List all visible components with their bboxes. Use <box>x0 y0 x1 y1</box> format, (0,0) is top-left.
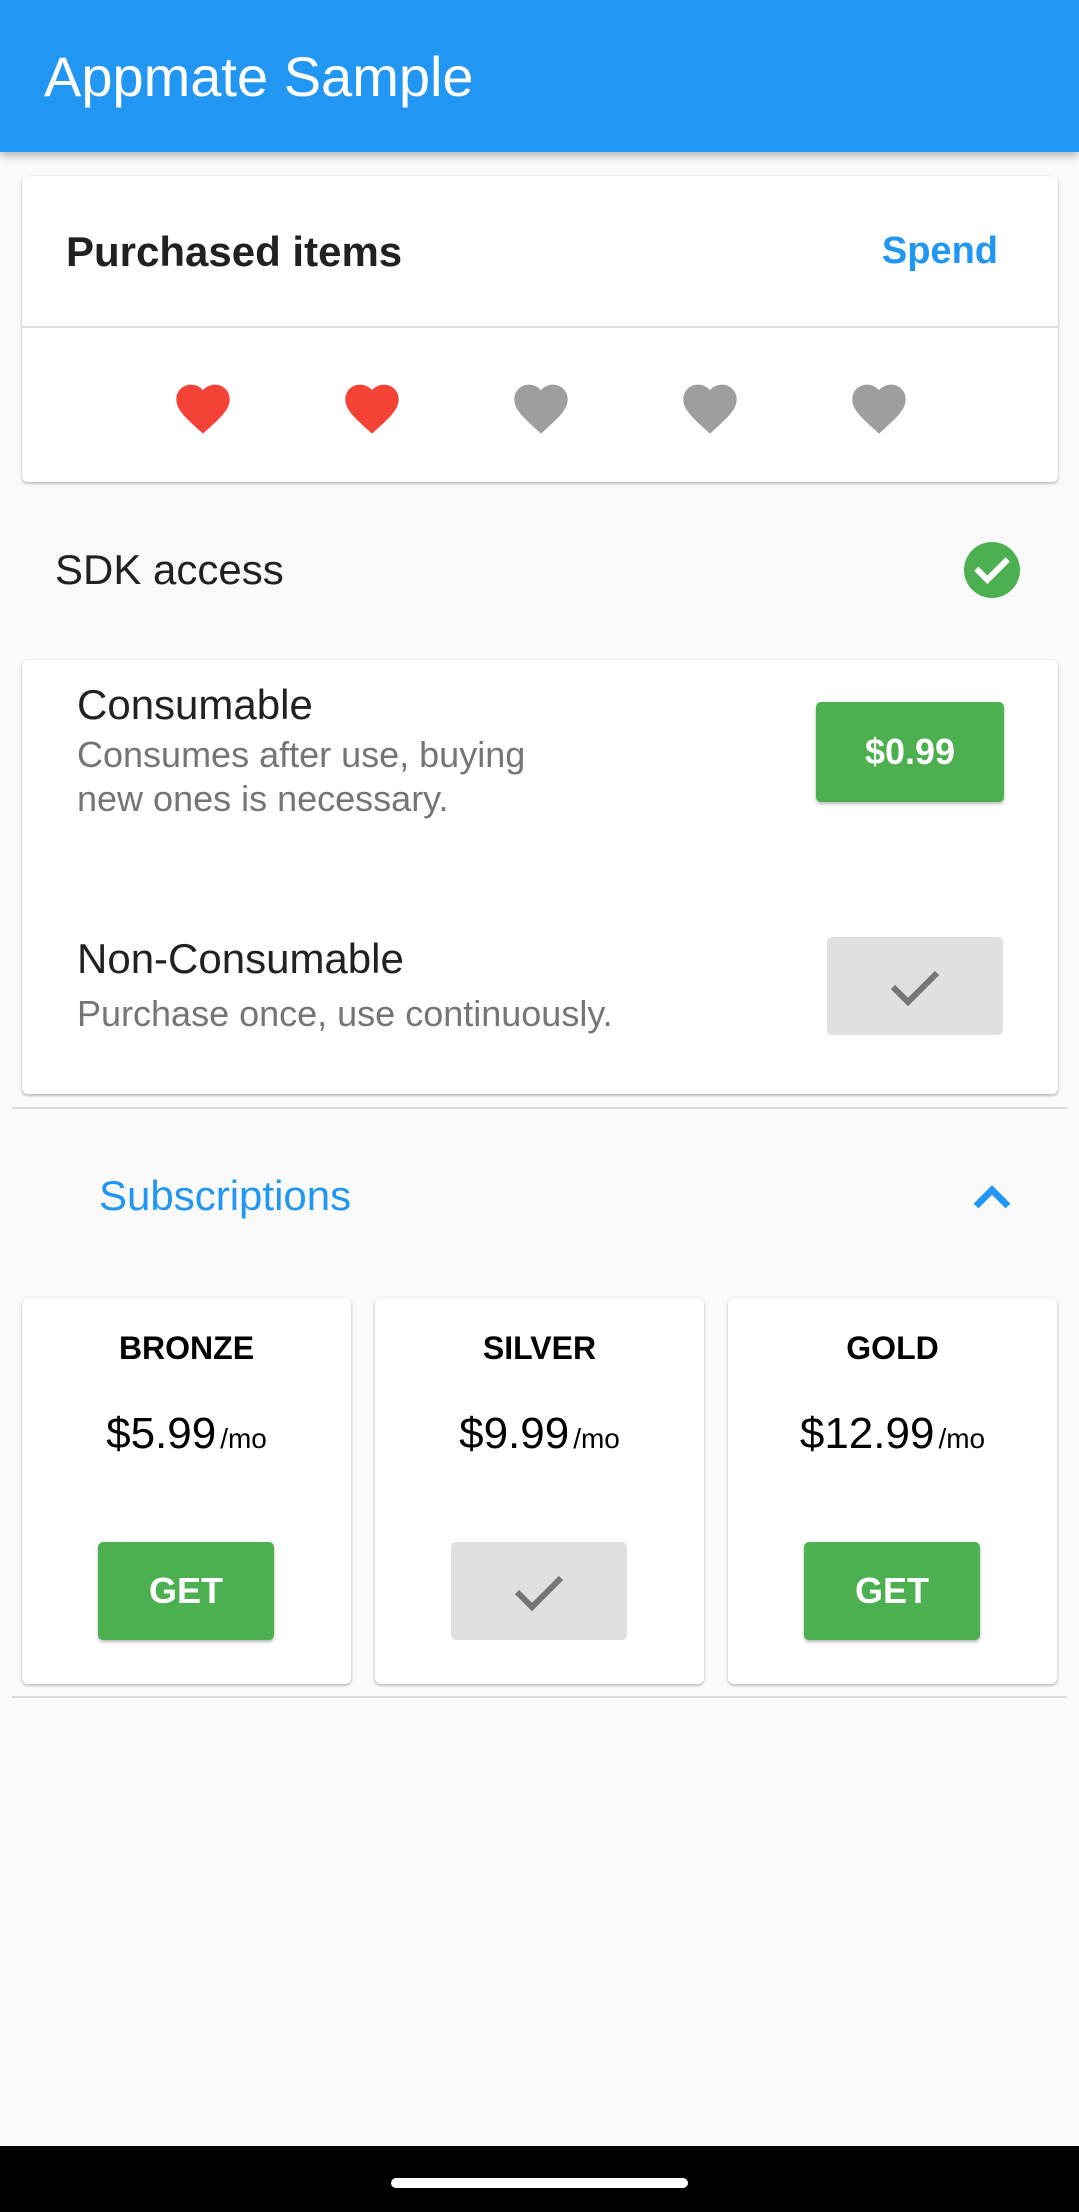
tier-price-row: $12.99/mo <box>728 1406 1057 1467</box>
spend-button[interactable]: Spend <box>882 226 998 276</box>
tier-period: /mo <box>573 1423 620 1454</box>
tier-name: GOLD <box>846 1330 939 1366</box>
check-circle-icon <box>964 542 1020 598</box>
heart-icon <box>678 376 742 436</box>
heart-icon <box>509 376 573 436</box>
purchased-items-card: Purchased items Spend <box>22 176 1058 482</box>
heart-icon <box>340 376 404 436</box>
product-title: Non-Consumable <box>77 935 404 982</box>
system-nav-bar <box>0 2146 1079 2212</box>
buy-consumable-button[interactable]: $0.99 <box>816 702 1004 802</box>
tier-price-row: $9.99/mo <box>375 1406 704 1467</box>
product-description: Purchase once, use continuously. <box>77 993 613 1034</box>
tier-price: $5.99 <box>106 1409 217 1458</box>
sdk-access-label: SDK access <box>55 546 284 593</box>
tier-price: $9.99 <box>459 1409 570 1458</box>
tier-price-row: $5.99/mo <box>22 1406 351 1467</box>
silver-purchased-button[interactable] <box>451 1542 627 1640</box>
subscriptions-title: Subscriptions <box>99 1172 352 1219</box>
check-icon <box>513 1571 565 1611</box>
tier-name: BRONZE <box>118 1330 255 1366</box>
hearts-row <box>22 376 1058 456</box>
tier-period: /mo <box>938 1423 986 1454</box>
get-bronze-button[interactable]: GET <box>98 1542 274 1640</box>
heart-icon <box>171 376 235 436</box>
tier-price: $12.99 <box>799 1409 935 1458</box>
home-indicator[interactable] <box>391 2178 688 2188</box>
tier-period: /mo <box>220 1423 267 1454</box>
subscription-tier-card: GOLD $12.99/mo GET <box>728 1298 1057 1684</box>
heart-icon <box>847 376 911 436</box>
get-gold-button[interactable]: GET <box>804 1542 980 1640</box>
divider <box>12 1107 1067 1109</box>
check-icon <box>889 966 941 1006</box>
product-title: Consumable <box>77 681 313 728</box>
subscription-tier-card: BRONZE $5.99/mo GET <box>22 1298 351 1684</box>
tier-name: SILVER <box>482 1330 597 1366</box>
app-title: Appmate Sample <box>44 45 474 108</box>
app-bar: Appmate Sample <box>0 0 1079 152</box>
product-description: Consumes after use, buying new ones is n… <box>77 734 526 819</box>
divider <box>22 326 1058 328</box>
purchased-items-title: Purchased items <box>66 228 403 275</box>
subscriptions-toggle[interactable]: Subscriptions <box>0 1140 1079 1252</box>
non-consumable-purchased-button[interactable] <box>827 937 1003 1035</box>
subscription-tier-card: SILVER $9.99/mo <box>375 1298 704 1684</box>
chevron-up-icon <box>970 1176 1014 1216</box>
divider <box>12 1696 1067 1698</box>
products-card: Consumable Consumes after use, buying ne… <box>22 660 1058 1094</box>
